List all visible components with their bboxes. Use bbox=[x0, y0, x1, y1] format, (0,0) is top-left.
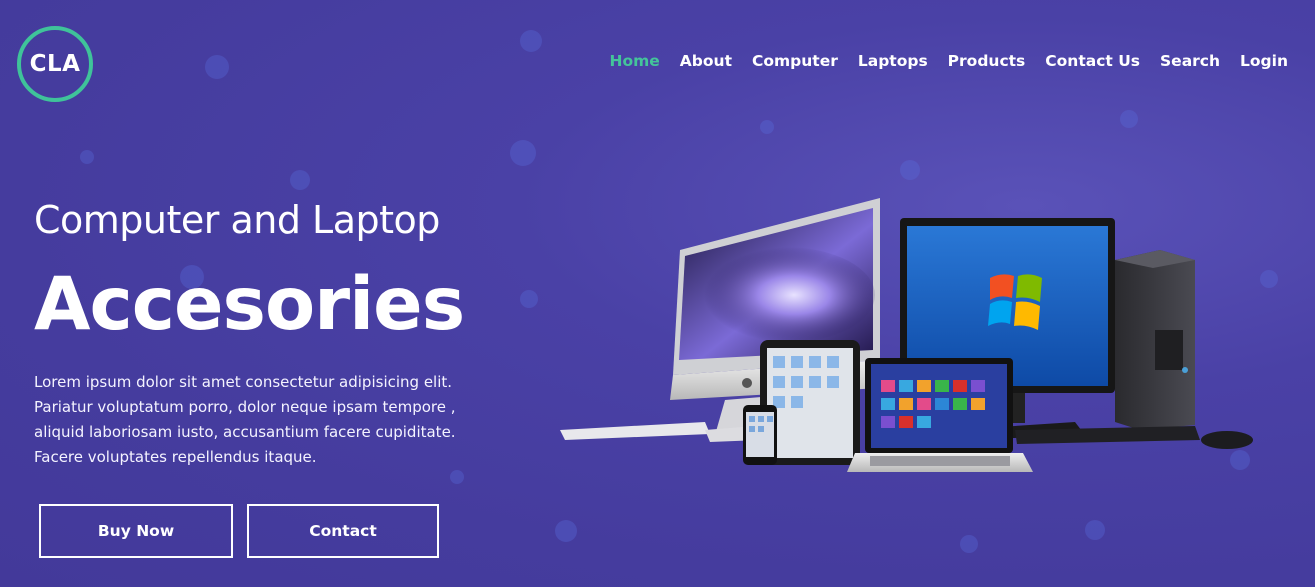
hero-description: Lorem ipsum dolor sit amet consectetur a… bbox=[34, 373, 456, 466]
nav-laptops[interactable]: Laptops bbox=[858, 52, 928, 70]
computer-devices-illustration bbox=[560, 198, 1253, 472]
hero-title: Accesories bbox=[34, 262, 465, 347]
desktop-tower-icon bbox=[1115, 250, 1195, 430]
buy-now-button[interactable]: Buy Now bbox=[39, 504, 233, 558]
contact-button[interactable]: Contact bbox=[247, 504, 439, 558]
smartphone-icon bbox=[743, 405, 777, 465]
nav-search[interactable]: Search bbox=[1160, 52, 1220, 70]
hero-subtitle: Computer and Laptop bbox=[34, 198, 440, 242]
logo[interactable]: CLA bbox=[17, 26, 93, 102]
laptop-icon bbox=[847, 358, 1033, 472]
nav-computer[interactable]: Computer bbox=[752, 52, 838, 70]
nav-contact-us[interactable]: Contact Us bbox=[1045, 52, 1140, 70]
mouse-icon bbox=[1201, 431, 1253, 449]
nav-login[interactable]: Login bbox=[1240, 52, 1288, 70]
nav-products[interactable]: Products bbox=[948, 52, 1026, 70]
logo-text: CLA bbox=[29, 51, 81, 77]
nav-home[interactable]: Home bbox=[610, 52, 660, 70]
nav-about[interactable]: About bbox=[680, 52, 732, 70]
main-nav: Home About Computer Laptops Products Con… bbox=[610, 52, 1289, 70]
